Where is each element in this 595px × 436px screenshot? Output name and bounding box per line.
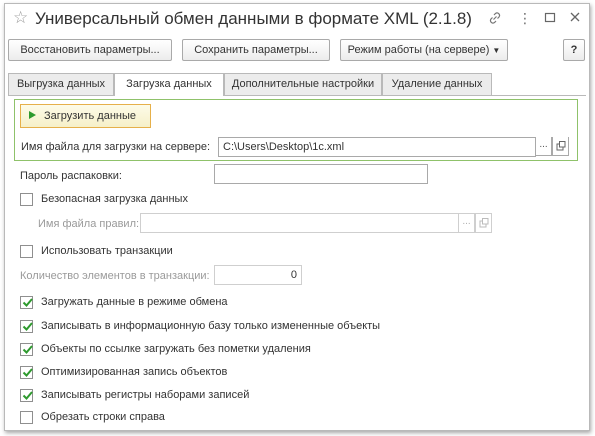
- window-title: Универсальный обмен данными в формате XM…: [35, 9, 472, 28]
- option-label: Записывать в информационную базу только …: [41, 320, 381, 332]
- tab-divider: [8, 95, 586, 96]
- transaction-count-value: 0: [290, 269, 297, 281]
- load-data-button[interactable]: Загрузить данные: [20, 104, 151, 128]
- favorite-star-icon[interactable]: ☆: [13, 9, 28, 27]
- option-checkbox[interactable]: [20, 343, 33, 356]
- toolbar: Восстановить параметры... Сохранить пара…: [5, 39, 589, 63]
- select-file-button[interactable]: ...: [535, 137, 552, 156]
- select-rules-button[interactable]: ...: [458, 213, 475, 233]
- option-checkbox[interactable]: [20, 366, 33, 379]
- restore-params-button[interactable]: Восстановить параметры...: [8, 39, 172, 61]
- unpack-password-input[interactable]: [214, 164, 428, 184]
- safe-load-label: Безопасная загрузка данных: [41, 193, 188, 205]
- save-params-button[interactable]: Сохранить параметры...: [182, 39, 330, 61]
- option-label: Объекты по ссылке загружать без пометки …: [41, 343, 311, 355]
- tab-import[interactable]: Загрузка данных: [114, 73, 224, 96]
- option-label: Загружать данные в режиме обмена: [41, 296, 228, 308]
- option-label: Записывать регистры наборами записей: [41, 389, 250, 401]
- open-rules-icon[interactable]: [475, 213, 492, 233]
- option-checkbox[interactable]: [20, 320, 33, 333]
- unpack-password-label: Пароль распаковки:: [20, 170, 122, 182]
- file-name-value: C:\Users\Desktop\1c.xml: [223, 141, 345, 153]
- help-button[interactable]: ?: [563, 39, 585, 61]
- safe-load-check[interactable]: [20, 193, 33, 206]
- load-group: Загрузить данные Имя файла для загрузки …: [14, 99, 578, 161]
- caret-down-icon: ▼: [492, 46, 501, 55]
- more-menu-icon[interactable]: ⋮: [517, 9, 533, 27]
- option-checkbox[interactable]: [20, 296, 33, 309]
- option-checkbox[interactable]: [20, 389, 33, 402]
- open-file-icon[interactable]: [552, 137, 569, 156]
- mode-dropdown-button[interactable]: Режим работы (на сервере) ▼: [340, 39, 508, 61]
- file-buttons: ...: [535, 137, 572, 157]
- transaction-count-input[interactable]: 0: [214, 265, 302, 285]
- option-checkbox[interactable]: [20, 411, 33, 424]
- use-transactions-check[interactable]: [20, 245, 33, 258]
- tab-extra-settings[interactable]: Дополнительные настройки: [224, 73, 382, 95]
- use-transactions-label: Использовать транзакции: [41, 245, 173, 257]
- maximize-icon[interactable]: [542, 9, 558, 23]
- rules-file-input[interactable]: [140, 213, 459, 233]
- tab-export[interactable]: Выгрузка данных: [8, 73, 114, 95]
- play-icon: [29, 111, 36, 120]
- load-data-label: Загрузить данные: [44, 110, 136, 122]
- rules-file-label: Имя файла правил:: [38, 218, 140, 230]
- file-name-input[interactable]: C:\Users\Desktop\1c.xml: [218, 137, 536, 157]
- option-label: Оптимизированная запись объектов: [41, 366, 228, 378]
- close-icon[interactable]: [567, 9, 583, 23]
- title-bar: ☆ Универсальный обмен данными в формате …: [5, 4, 589, 34]
- form-window: ☆ Универсальный обмен данными в формате …: [4, 3, 590, 431]
- link-icon[interactable]: [487, 9, 503, 25]
- tab-delete[interactable]: Удаление данных: [382, 73, 492, 95]
- option-label: Обрезать строки справа: [41, 411, 165, 423]
- mode-label: Режим работы (на сервере): [347, 44, 490, 56]
- transaction-count-label: Количество элементов в транзакции:: [20, 270, 210, 282]
- file-name-label: Имя файла для загрузки на сервере:: [21, 141, 211, 153]
